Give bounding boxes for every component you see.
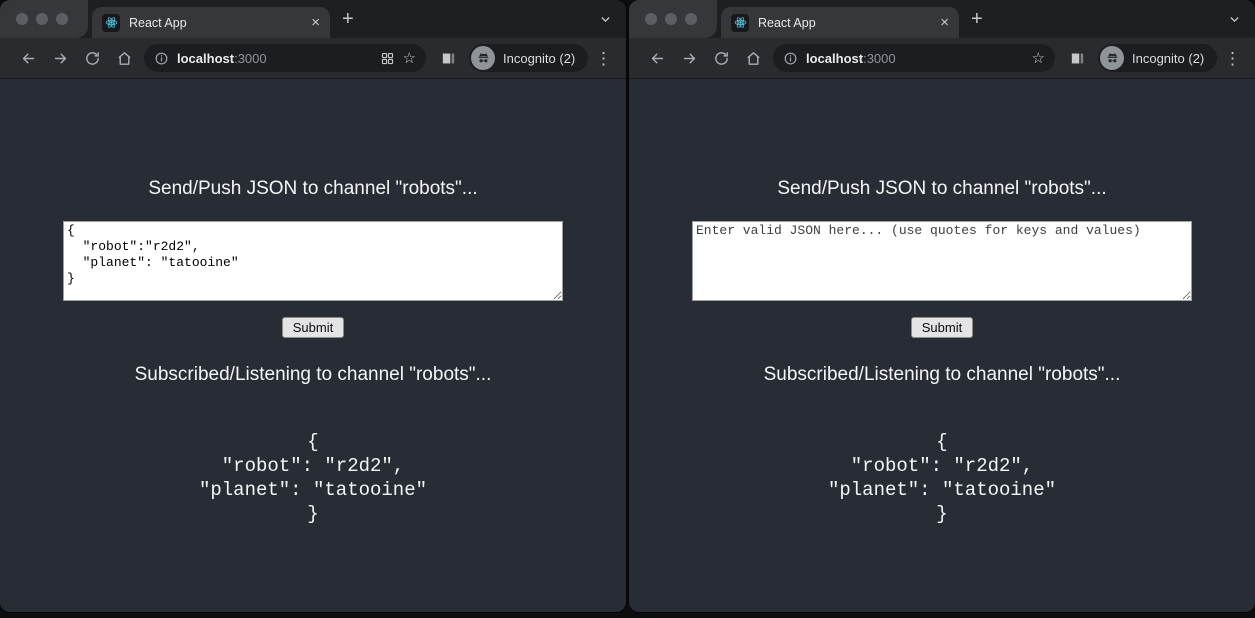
url-host: localhost (806, 51, 863, 66)
back-button[interactable] (12, 42, 44, 74)
site-info-icon[interactable] (154, 51, 169, 66)
incognito-avatar-icon (1100, 46, 1124, 70)
address-bar[interactable]: localhost:3000 ☆ (773, 44, 1055, 72)
close-window-button[interactable] (645, 13, 657, 25)
zoom-window-button[interactable] (685, 13, 697, 25)
react-favicon-icon (102, 14, 120, 32)
submit-row: Submit (0, 317, 626, 338)
desktop: React App × + (0, 0, 1255, 618)
react-app-page: Send/Push JSON to channel "robots"... { … (0, 79, 626, 612)
listen-heading: Subscribed/Listening to channel "robots"… (629, 364, 1255, 386)
json-input[interactable] (692, 221, 1192, 301)
forward-button[interactable] (673, 42, 705, 74)
listen-heading: Subscribed/Listening to channel "robots"… (0, 364, 626, 386)
browser-toolbar: localhost:3000 ☆ Incognito (2) ⋮ (0, 38, 626, 79)
incognito-badge[interactable]: Incognito (2) (469, 44, 588, 72)
back-button[interactable] (641, 42, 673, 74)
incognito-avatar-icon (471, 46, 495, 70)
react-app-page: Send/Push JSON to channel "robots"... Su… (629, 79, 1255, 612)
zoom-window-button[interactable] (56, 13, 68, 25)
reload-button[interactable] (705, 42, 737, 74)
url-port: :3000 (234, 51, 267, 66)
new-tab-button[interactable]: + (971, 8, 983, 31)
url-host: localhost (177, 51, 234, 66)
bookmark-star-icon[interactable]: ☆ (1032, 51, 1045, 66)
tab-title: React App (758, 16, 931, 30)
received-json-output: { "robot": "r2d2", "planet": "tatooine" … (629, 430, 1255, 526)
traffic-lights (0, 0, 88, 38)
minimize-window-button[interactable] (665, 13, 677, 25)
close-tab-icon[interactable]: × (940, 15, 949, 30)
close-window-button[interactable] (16, 13, 28, 25)
home-button[interactable] (108, 42, 140, 74)
site-info-icon[interactable] (783, 51, 798, 66)
bookmark-star-icon[interactable]: ☆ (403, 51, 416, 66)
close-tab-icon[interactable]: × (311, 15, 320, 30)
forward-button[interactable] (44, 42, 76, 74)
url-text: localhost:3000 (806, 51, 896, 66)
menu-dots-icon[interactable]: ⋮ (595, 50, 612, 67)
browser-window-left: React App × + (0, 0, 626, 612)
browser-toolbar: localhost:3000 ☆ Incognito (2) ⋮ (629, 38, 1255, 79)
tab-strip: React App × + (629, 0, 1255, 38)
react-favicon-icon (731, 14, 749, 32)
browser-window-right: React App × + (629, 0, 1255, 612)
tab-strip: React App × + (0, 0, 626, 38)
browser-tab[interactable]: React App × (92, 7, 330, 38)
address-bar[interactable]: localhost:3000 ☆ (144, 44, 426, 72)
submit-row: Submit (629, 317, 1255, 338)
side-panel-icon[interactable] (1069, 50, 1086, 67)
side-panel-icon[interactable] (440, 50, 457, 67)
url-text: localhost:3000 (177, 51, 267, 66)
menu-dots-icon[interactable]: ⋮ (1224, 50, 1241, 67)
received-json-output: { "robot": "r2d2", "planet": "tatooine" … (0, 430, 626, 526)
traffic-lights (629, 0, 717, 38)
tab-search-chevron-icon[interactable] (599, 13, 612, 31)
tab-search-chevron-icon[interactable] (1228, 13, 1241, 31)
extension-grid-icon[interactable] (380, 51, 395, 66)
browser-tab[interactable]: React App × (721, 7, 959, 38)
send-heading: Send/Push JSON to channel "robots"... (0, 178, 626, 200)
send-heading: Send/Push JSON to channel "robots"... (629, 178, 1255, 200)
reload-button[interactable] (76, 42, 108, 74)
submit-button[interactable]: Submit (282, 317, 344, 338)
incognito-badge[interactable]: Incognito (2) (1098, 44, 1217, 72)
home-button[interactable] (737, 42, 769, 74)
submit-button[interactable]: Submit (911, 317, 973, 338)
minimize-window-button[interactable] (36, 13, 48, 25)
tab-title: React App (129, 16, 302, 30)
new-tab-button[interactable]: + (342, 8, 354, 31)
url-port: :3000 (863, 51, 896, 66)
incognito-label: Incognito (2) (503, 51, 575, 66)
incognito-label: Incognito (2) (1132, 51, 1204, 66)
json-input[interactable]: { "robot":"r2d2", "planet": "tatooine" } (63, 221, 563, 301)
